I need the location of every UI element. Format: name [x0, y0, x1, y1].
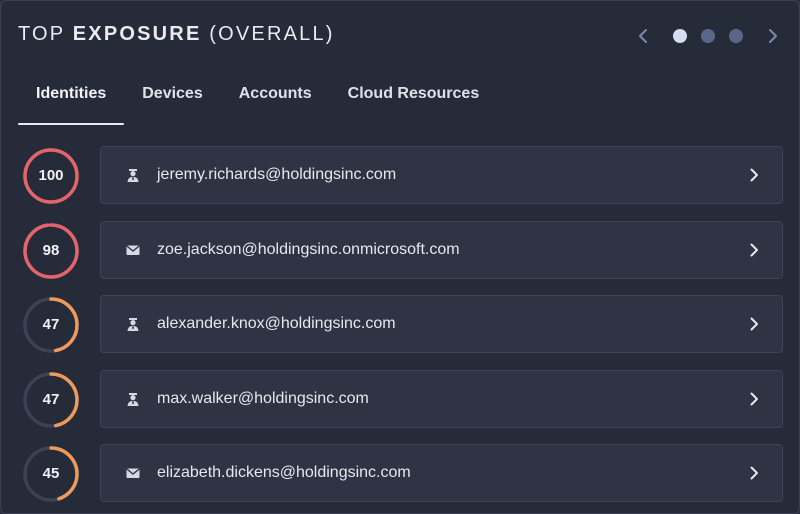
user-icon [125, 391, 141, 407]
mail-icon [125, 465, 141, 481]
identity-email: zoe.jackson@holdingsinc.onmicrosoft.com [157, 240, 460, 258]
exposure-score-ring: 45 [21, 444, 81, 504]
entity-tabs: Identities Devices Accounts Cloud Resour… [18, 79, 497, 125]
chevron-right-icon [746, 242, 762, 258]
list-item: 98 zoe.jackson@holdingsinc.onmicrosoft.c… [21, 220, 784, 281]
chevron-right-icon [746, 316, 762, 332]
pager-dot-1[interactable] [673, 29, 687, 43]
top-exposure-panel: TOP EXPOSURE (OVERALL) Identities Device… [0, 0, 800, 514]
tab-devices[interactable]: Devices [124, 79, 221, 123]
chevron-right-icon [746, 167, 762, 183]
tab-cloud-resources[interactable]: Cloud Resources [330, 79, 498, 123]
list-item: 45 elizabeth.dickens@holdingsinc.com [21, 444, 784, 504]
exposure-score: 45 [42, 465, 60, 482]
tab-accounts[interactable]: Accounts [221, 79, 330, 123]
exposure-score-ring: 47 [21, 370, 81, 430]
identity-email: jeremy.richards@holdingsinc.com [157, 166, 397, 183]
identity-card[interactable]: max.walker@holdingsinc.com [100, 369, 783, 428]
user-icon [125, 167, 141, 183]
carousel-pager [632, 25, 784, 47]
exposure-list: 100 jeremy.richards@holdingsinc.com 98 z… [21, 146, 784, 513]
list-item: 47 alexander.knox@holdingsinc.com [21, 295, 784, 355]
chevron-left-icon [639, 29, 647, 43]
identity-card[interactable]: elizabeth.dickens@holdingsinc.com [100, 444, 783, 502]
next-page-button[interactable] [762, 25, 784, 47]
exposure-score-ring: 100 [21, 146, 81, 206]
tab-identities[interactable]: Identities [18, 79, 125, 125]
exposure-score: 47 [42, 316, 60, 333]
title-prefix: TOP [18, 23, 73, 45]
title-suffix: (OVERALL) [201, 23, 335, 45]
identity-card[interactable]: zoe.jackson@holdingsinc.onmicrosoft.com [100, 220, 783, 279]
exposure-score: 47 [42, 390, 60, 408]
chevron-right-icon [746, 465, 762, 481]
pager-dot-3[interactable] [729, 29, 743, 43]
mail-icon [125, 242, 141, 258]
identity-email: elizabeth.dickens@holdingsinc.com [157, 464, 411, 481]
list-item: 47 max.walker@holdingsinc.com [21, 369, 784, 430]
prev-page-button[interactable] [632, 25, 654, 47]
pager-dot-2[interactable] [701, 29, 715, 43]
identity-email: max.walker@holdingsinc.com [157, 389, 369, 407]
chevron-right-icon [746, 391, 762, 407]
list-item: 100 jeremy.richards@holdingsinc.com [21, 146, 784, 206]
user-icon [125, 316, 141, 332]
panel-header: TOP EXPOSURE (OVERALL) [18, 23, 784, 49]
exposure-score: 98 [42, 241, 60, 259]
identity-card[interactable]: jeremy.richards@holdingsinc.com [100, 146, 783, 204]
exposure-score-ring: 47 [21, 295, 81, 355]
identity-email: alexander.knox@holdingsinc.com [157, 315, 396, 332]
chevron-right-icon [769, 29, 777, 43]
title-emphasis: EXPOSURE [72, 23, 202, 45]
panel-title: TOP EXPOSURE (OVERALL) [18, 23, 335, 46]
exposure-score-ring: 98 [21, 221, 81, 281]
exposure-score: 100 [38, 167, 64, 184]
identity-card[interactable]: alexander.knox@holdingsinc.com [100, 295, 783, 353]
